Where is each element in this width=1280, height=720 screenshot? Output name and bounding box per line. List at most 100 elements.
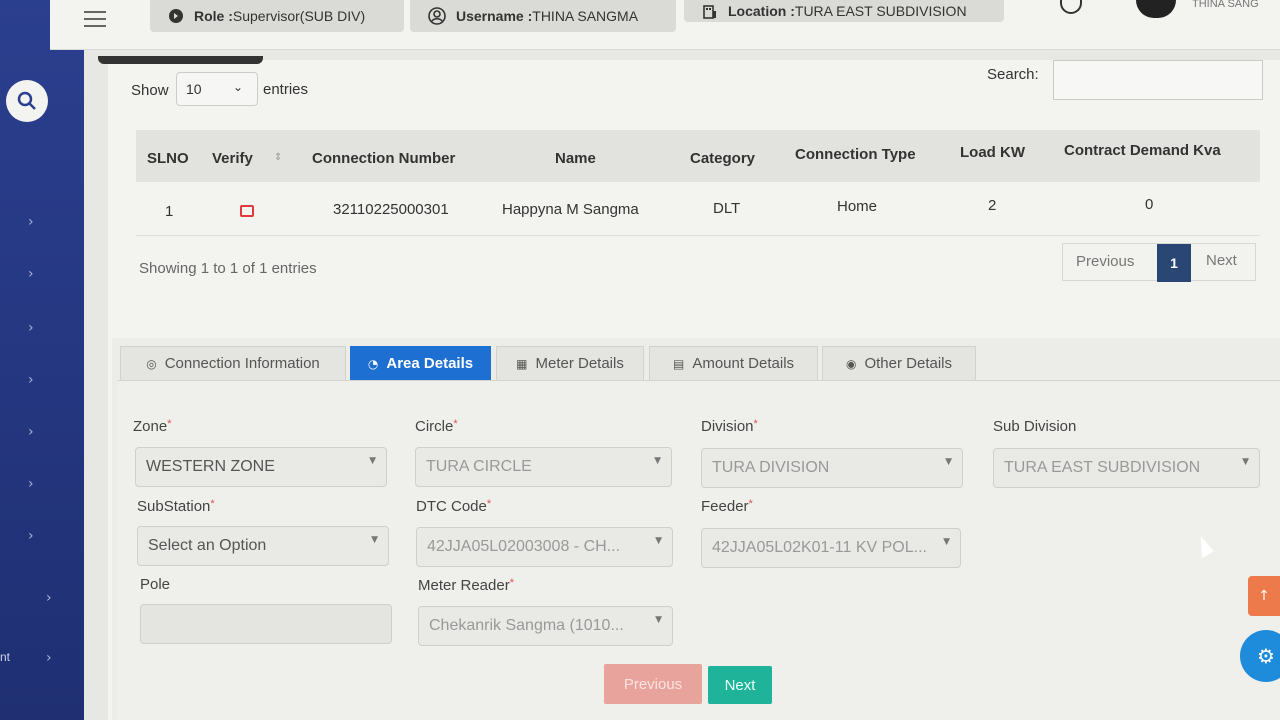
pagination-next-button[interactable]: Next [1206,252,1237,269]
table-cell: Happyna M Sangma [502,201,639,218]
tab-area-details[interactable]: ◔ Area Details [350,346,491,380]
meter-reader-select[interactable]: Chekanrik Sangma (1010... ▼ [418,606,673,646]
column-header[interactable]: SLNO [147,150,189,167]
role-label: Role : [194,8,233,24]
table-cell: 32110225000301 [333,201,449,218]
chevron-right-icon[interactable]: › [28,320,34,336]
edit-icon[interactable] [240,205,254,217]
substation-select[interactable]: Select an Option ▼ [137,526,389,566]
tab-other-details[interactable]: ◉ Other Details [822,346,976,380]
caret-down-icon: ▼ [654,456,661,466]
pagination-page-1[interactable]: 1 [1157,244,1191,282]
zone-value: WESTERN ZONE [146,458,275,475]
menu-toggle-icon[interactable] [84,6,106,32]
pole-input[interactable] [140,604,392,644]
username-badge: Username : THINA SANGMA [410,0,676,32]
chevron-right-icon[interactable]: › [28,528,34,544]
chevron-right-icon[interactable]: › [28,266,34,282]
division-select[interactable]: TURA DIVISION ▼ [701,448,963,488]
pagination-info: Showing 1 to 1 of 1 entries [139,260,317,277]
tab-label: Amount Details [692,355,795,372]
column-header[interactable]: Connection Type [795,146,916,163]
next-button[interactable]: Next [708,666,772,704]
building-icon [703,5,716,19]
info-circle-icon: ◎ [146,356,157,371]
column-header[interactable]: Name [555,150,596,167]
column-header[interactable]: Category [690,150,755,167]
username-label: Username : [456,8,533,24]
chevron-right-icon[interactable]: › [46,590,52,606]
previous-button[interactable]: Previous [604,664,702,704]
meter-reader-value: Chekanrik Sangma (1010... [429,617,624,634]
location-value: TURA EAST SUBDIVISION [794,3,967,19]
tab-label: Area Details [386,355,474,372]
zone-label: Zone* [133,418,172,435]
zone-select[interactable]: WESTERN ZONE ▼ [135,447,387,487]
chevron-down-icon: ⌄ [232,80,243,94]
role-icon [169,9,183,23]
pole-label: Pole [140,576,171,593]
sub-division-select[interactable]: TURA EAST SUBDIVISION ▼ [993,448,1260,488]
amount-icon: ▤ [672,356,685,371]
column-header[interactable]: Contract Demand Kva [1064,142,1221,159]
caret-down-icon: ▼ [371,535,378,545]
search-input[interactable] [1053,60,1263,100]
sidebar-search-button[interactable] [6,80,48,122]
card-header-tab [98,56,263,64]
sidebar: › › › › › › › › › nt [0,0,84,720]
tab-meter-details[interactable]: ▦ Meter Details [496,346,644,380]
table-cell: 2 [988,197,997,214]
table-cell: 1 [165,203,174,220]
user-circle-icon [428,7,446,25]
chevron-right-icon[interactable]: › [28,424,34,440]
caret-down-icon: ▼ [945,457,952,467]
substation-label: SubStation* [137,498,215,515]
avatar[interactable] [1136,0,1176,18]
circle-label: Circle* [415,418,458,435]
chevron-right-icon[interactable]: › [46,650,52,666]
chevron-right-icon[interactable]: › [28,214,34,230]
column-header[interactable]: Verify [212,150,253,167]
caret-down-icon: ▼ [655,536,662,546]
scroll-to-top-icon[interactable]: ↑ [1248,576,1280,616]
feeder-select[interactable]: 42JJA05L02K01-11 KV POL... ▼ [701,528,961,568]
sub-division-label: Sub Division [993,418,1077,435]
entries-select[interactable]: 10 ⌄ [176,72,258,106]
caret-down-icon: ▼ [369,456,376,466]
table-cell: Home [837,198,878,215]
tab-connection-information[interactable]: ◎ Connection Information [120,346,346,380]
meter-icon: ▦ [516,356,528,371]
column-header[interactable]: Connection Number [312,150,455,167]
top-header: Role : Supervisor(SUB DIV) Username : THIN… [50,0,1280,50]
role-badge: Role : Supervisor(SUB DIV) [150,0,404,32]
pagination-previous-button[interactable]: Previous [1076,253,1134,270]
table-cell: DLT [713,200,741,217]
sidebar-item-label: nt [0,650,11,664]
search-label: Search: [987,66,1039,83]
tab-amount-details[interactable]: ▤ Amount Details [649,346,818,380]
meter-reader-label: Meter Reader* [418,577,514,594]
sort-icon[interactable]: ⇕ [274,152,282,163]
circle-select[interactable]: TURA CIRCLE ▼ [415,447,672,487]
clock-icon[interactable] [1060,0,1082,14]
entries-label: entries [263,81,309,98]
feeder-value: 42JJA05L02K01-11 KV POL... [712,539,927,556]
row-divider [136,235,1260,236]
search-icon [17,91,36,110]
user-name[interactable]: THINA SANG [1192,0,1259,10]
tab-label: Other Details [864,355,953,372]
other-icon: ◉ [845,356,857,371]
feeder-label: Feeder* [701,498,753,515]
division-value: TURA DIVISION [712,459,830,476]
column-header[interactable]: Load KW [960,144,1025,161]
location-badge: Location : TURA EAST SUBDIVISION [684,0,1004,22]
sub-division-value: TURA EAST SUBDIVISION [1004,459,1201,476]
tab-label: Connection Information [164,355,320,372]
chevron-right-icon[interactable]: › [28,372,34,388]
show-label: Show [131,82,169,99]
division-label: Division* [701,418,758,435]
chevron-right-icon[interactable]: › [28,476,34,492]
dtc-code-select[interactable]: 42JJA05L02003008 - CH... ▼ [416,527,673,567]
entries-select-value: 10 [186,81,202,97]
caret-down-icon: ▼ [943,537,950,547]
